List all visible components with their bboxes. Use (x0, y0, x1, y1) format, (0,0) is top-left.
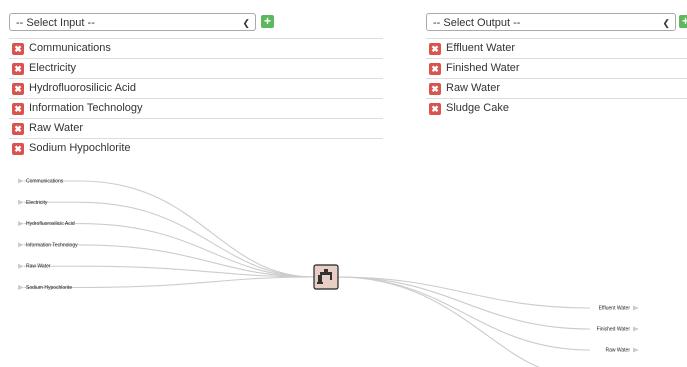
list-item-label: Communications (29, 42, 111, 54)
graph-node-label: Raw Water (26, 264, 51, 270)
dependency-graph: Communications Electricity Hydrofluorosili… (18, 178, 639, 367)
list-item: ✖ Communications (9, 38, 383, 58)
list-item: ✖ Sludge Cake (426, 98, 687, 118)
graph-output-node[interactable]: Raw Water (605, 347, 639, 354)
graph-output-node[interactable]: Effluent Water (599, 305, 639, 312)
graph-node-label: Sodium Hypochlorite (26, 285, 72, 291)
list-item: ✖ Finished Water (426, 58, 687, 78)
list-item-label: Electricity (29, 62, 77, 74)
graph-link (79, 276, 315, 289)
input-select[interactable]: -- Select Input -- ❮ (9, 13, 256, 31)
arrow-icon (18, 199, 24, 205)
arrow-icon (633, 326, 639, 332)
list-item-label: Raw Water (446, 82, 500, 94)
list-item: ✖ Sodium Hypochlorite (9, 138, 383, 158)
graph-input-node[interactable]: Hydrofluorosilicic Acid (18, 221, 80, 227)
list-item: ✖ Hydrofluorosilicic Acid (9, 78, 383, 98)
arrow-icon (18, 285, 24, 290)
arrow-icon (18, 242, 24, 248)
list-item-label: Finished Water (446, 62, 520, 74)
remove-icon[interactable]: ✖ (12, 122, 24, 135)
graph-input-nodes: Communications Electricity Hydrofluorosili… (18, 178, 80, 291)
graph-node-label: Electricity (26, 200, 48, 206)
graph-node-label: Information Technology (26, 242, 78, 248)
graph-node-label: Raw Water (605, 348, 630, 354)
list-item-label: Hydrofluorosilicic Acid (29, 82, 136, 94)
arrow-icon (18, 178, 24, 184)
remove-icon[interactable]: ✖ (12, 42, 24, 55)
graph-link (337, 276, 591, 330)
plus-icon: + (263, 14, 271, 28)
output-select-value: -- Select Output -- (433, 17, 521, 29)
list-item: ✖ Raw Water (9, 118, 383, 138)
graph-output-nodes: Effluent Water Finished Water Raw Water (597, 305, 639, 354)
graph-link (79, 201, 315, 278)
list-item: ✖ Information Technology (9, 98, 383, 118)
remove-icon[interactable]: ✖ (429, 62, 441, 75)
list-item: ✖ Raw Water (426, 78, 687, 98)
graph-input-node[interactable]: Electricity (18, 199, 80, 206)
list-item-label: Effluent Water (446, 42, 516, 54)
remove-icon[interactable]: ✖ (429, 102, 441, 115)
graph-input-node[interactable]: Sodium Hypochlorite (18, 285, 80, 291)
graph-link (337, 276, 591, 309)
remove-icon[interactable]: ✖ (12, 102, 24, 115)
graph-node-label: Finished Water (597, 327, 631, 333)
list-item-label: Sludge Cake (446, 102, 509, 114)
plus-icon: + (681, 14, 687, 28)
graph-link (79, 180, 315, 278)
list-item-label: Information Technology (29, 102, 143, 114)
output-select[interactable]: -- Select Output -- ❮ (426, 13, 676, 31)
graph-output-node[interactable]: Finished Water (597, 326, 639, 333)
add-output-button[interactable]: + (679, 15, 687, 28)
remove-icon[interactable]: ✖ (12, 82, 24, 95)
chevron-down-icon: ❮ (242, 18, 250, 28)
graph-link (337, 276, 591, 351)
arrow-icon (18, 221, 24, 227)
graph-node-label: Communications (26, 179, 64, 185)
graph-node-label: Hydrofluorosilicic Acid (26, 221, 75, 227)
center-node[interactable] (313, 264, 339, 290)
list-item: ✖ Electricity (9, 58, 383, 78)
list-item-label: Raw Water (29, 122, 83, 134)
remove-icon[interactable]: ✖ (12, 62, 24, 75)
graph-input-node[interactable]: Communications (18, 178, 80, 185)
add-input-button[interactable]: + (261, 15, 274, 28)
chevron-down-icon: ❮ (662, 18, 670, 28)
remove-icon[interactable]: ✖ (12, 142, 24, 155)
remove-icon[interactable]: ✖ (429, 82, 441, 95)
arrow-icon (18, 263, 24, 269)
remove-icon[interactable]: ✖ (429, 42, 441, 55)
graph-input-node[interactable]: Information Technology (18, 242, 80, 248)
input-list: ✖ Communications ✖ Electricity ✖ Hydrofluor… (9, 38, 383, 158)
output-list: ✖ Effluent Water ✖ Finished Water ✖ Raw Wat… (426, 38, 687, 118)
graph-input-node[interactable]: Raw Water (18, 263, 80, 270)
list-item: ✖ Effluent Water (426, 38, 687, 58)
graph-node-label: Effluent Water (599, 306, 631, 312)
arrow-icon (633, 305, 639, 311)
graph-link (79, 223, 315, 278)
input-select-value: -- Select Input -- (16, 17, 95, 29)
arrow-icon (633, 347, 639, 353)
list-item-label: Sodium Hypochlorite (29, 142, 131, 154)
